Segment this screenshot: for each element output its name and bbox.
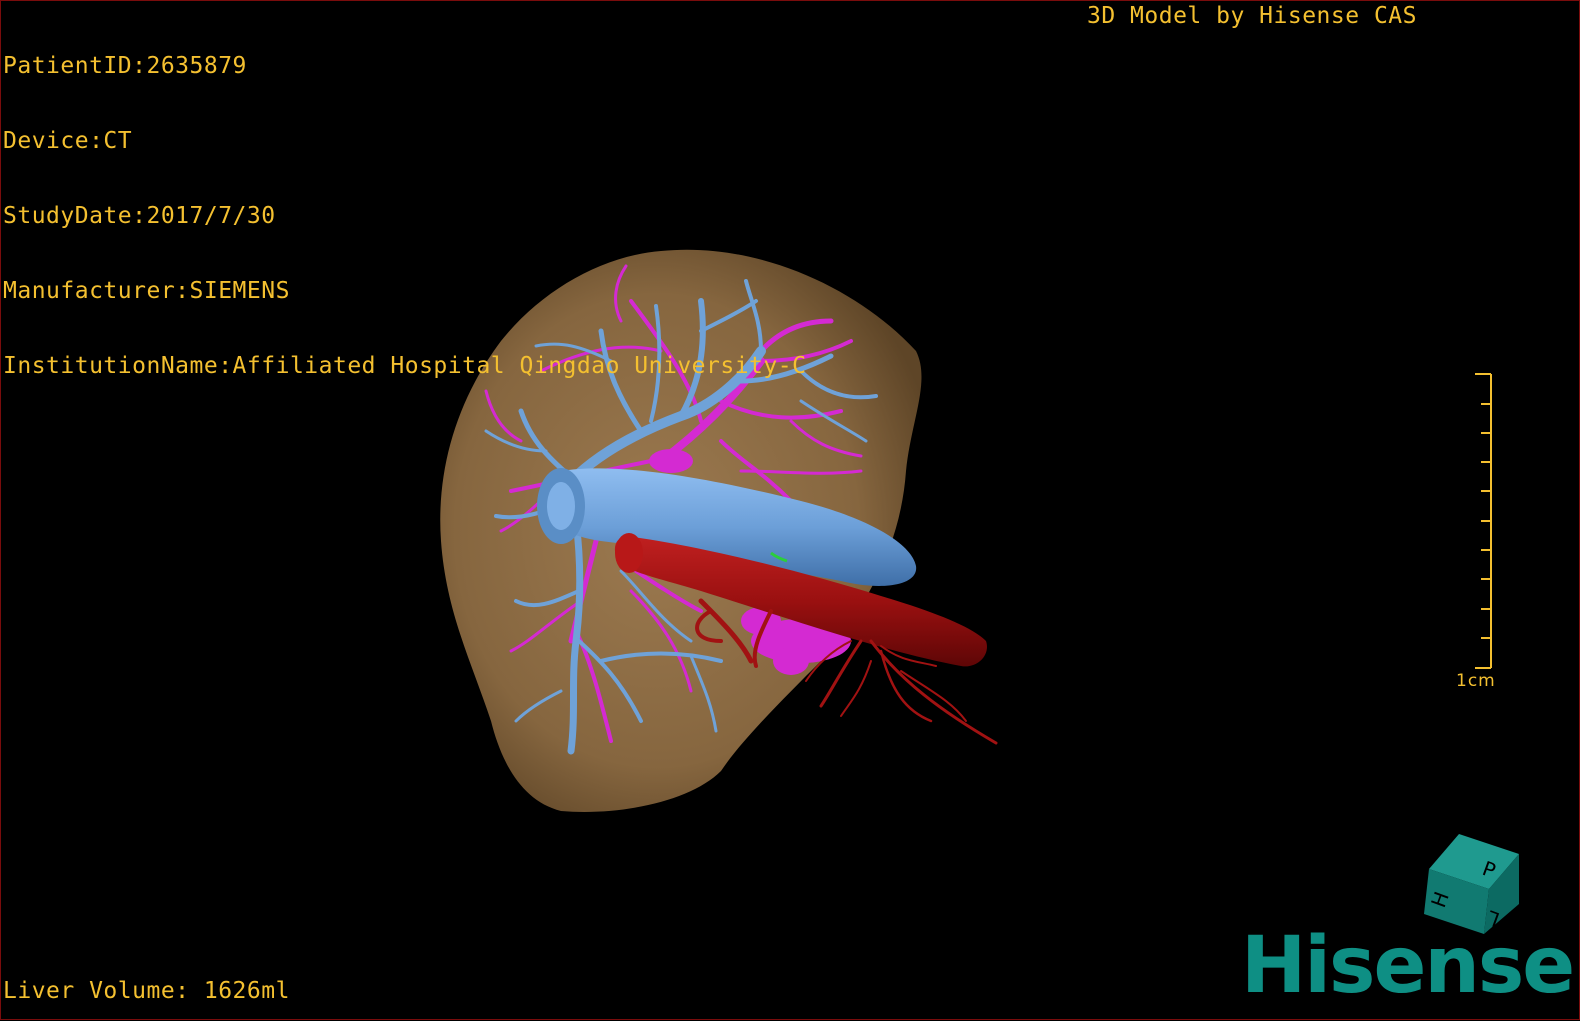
dicom-metadata: PatientID:2635879 Device:CT StudyDate:20…: [3, 4, 806, 429]
institution-name: InstitutionName:Affiliated Hospital Qing…: [3, 353, 807, 379]
patient-id: PatientID:2635879: [3, 53, 247, 79]
scale-label: 1cm: [1456, 671, 1496, 691]
study-date: StudyDate:2017/7/30: [3, 203, 276, 229]
scale-bar: [1475, 373, 1492, 669]
liver-volume: Liver Volume: 1626ml: [3, 978, 290, 1004]
device: Device:CT: [3, 128, 133, 154]
manufacturer: Manufacturer:SIEMENS: [3, 278, 290, 304]
model-credit: 3D Model by Hisense CAS: [1087, 3, 1417, 29]
3d-viewport[interactable]: PatientID:2635879 Device:CT StudyDate:20…: [0, 0, 1580, 1020]
hisense-logo: Hisense: [1241, 921, 1575, 1011]
